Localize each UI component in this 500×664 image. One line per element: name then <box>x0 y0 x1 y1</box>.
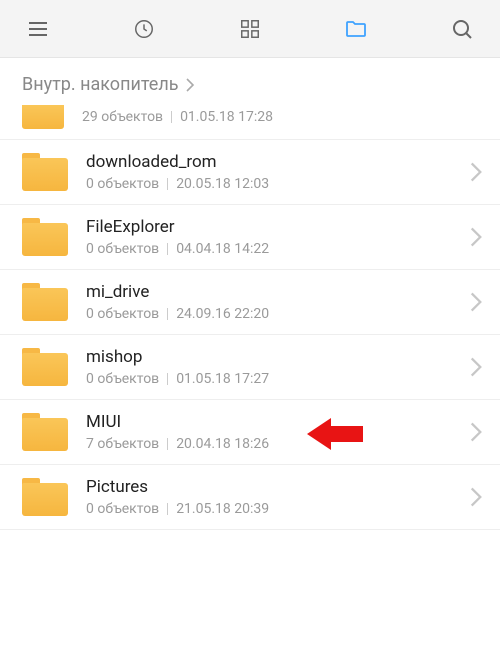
recent-icon[interactable] <box>130 15 158 43</box>
breadcrumb[interactable]: Внутр. накопитель <box>0 58 500 105</box>
folder-tab-icon[interactable] <box>342 15 370 43</box>
list-item[interactable]: mi_drive 0 объектов 24.09.16 22:20 <box>0 270 500 335</box>
grid-icon[interactable] <box>236 15 264 43</box>
item-count: 0 объектов <box>86 176 159 192</box>
separator <box>171 111 172 123</box>
item-count: 0 объектов <box>86 306 159 322</box>
item-meta: mishop 0 объектов 01.05.18 17:27 <box>68 347 470 387</box>
separator <box>167 178 168 190</box>
folder-icon <box>22 478 68 516</box>
item-name: mi_drive <box>86 282 470 302</box>
item-name: downloaded_rom <box>86 152 470 172</box>
folder-icon <box>22 413 68 451</box>
item-date: 01.05.18 17:28 <box>180 109 273 125</box>
item-meta: FileExplorer 0 объектов 04.04.18 14:22 <box>68 217 470 257</box>
separator <box>167 373 168 385</box>
item-count: 0 объектов <box>86 371 159 387</box>
item-date: 20.04.18 18:26 <box>176 436 269 452</box>
item-name: MIUI <box>86 412 470 432</box>
item-count: 29 объектов <box>82 109 163 125</box>
folder-icon <box>22 348 68 386</box>
breadcrumb-label: Внутр. накопитель <box>22 74 179 95</box>
item-name: Pictures <box>86 477 470 497</box>
arrow-annotation-icon <box>307 416 363 456</box>
item-count: 7 объектов <box>86 436 159 452</box>
list-item[interactable]: MIUI 7 объектов 20.04.18 18:26 <box>0 400 500 465</box>
chevron-right-icon <box>470 422 482 442</box>
chevron-right-icon <box>470 292 482 312</box>
item-meta: downloaded_rom 0 объектов 20.05.18 12:03 <box>68 152 470 192</box>
list-item[interactable]: 29 объектов 01.05.18 17:28 <box>0 105 500 140</box>
item-date: 04.04.18 14:22 <box>176 241 269 257</box>
item-count: 0 объектов <box>86 241 159 257</box>
item-meta: 29 объектов 01.05.18 17:28 <box>64 109 482 125</box>
separator <box>167 503 168 515</box>
item-name: mishop <box>86 347 470 367</box>
list-item[interactable]: downloaded_rom 0 объектов 20.05.18 12:03 <box>0 140 500 205</box>
chevron-right-icon <box>470 357 482 377</box>
list-item[interactable]: FileExplorer 0 объектов 04.04.18 14:22 <box>0 205 500 270</box>
folder-icon <box>22 153 68 191</box>
list-item[interactable]: mishop 0 объектов 01.05.18 17:27 <box>0 335 500 400</box>
folder-icon <box>22 218 68 256</box>
item-date: 01.05.18 17:27 <box>176 371 269 387</box>
chevron-right-icon <box>470 162 482 182</box>
search-icon[interactable] <box>448 15 476 43</box>
folder-icon <box>22 105 64 129</box>
item-date: 24.09.16 22:20 <box>176 306 269 322</box>
separator <box>167 243 168 255</box>
folder-list: 29 объектов 01.05.18 17:28 downloaded_ro… <box>0 105 500 530</box>
item-meta: mi_drive 0 объектов 24.09.16 22:20 <box>68 282 470 322</box>
item-name: FileExplorer <box>86 217 470 237</box>
item-meta: MIUI 7 объектов 20.04.18 18:26 <box>68 412 470 452</box>
item-meta: Pictures 0 объектов 21.05.18 20:39 <box>68 477 470 517</box>
item-date: 21.05.18 20:39 <box>176 501 269 517</box>
menu-icon[interactable] <box>24 15 52 43</box>
list-item[interactable]: Pictures 0 объектов 21.05.18 20:39 <box>0 465 500 530</box>
chevron-right-icon <box>185 78 195 92</box>
separator <box>167 308 168 320</box>
chevron-right-icon <box>470 227 482 247</box>
item-date: 20.05.18 12:03 <box>176 176 269 192</box>
separator <box>167 438 168 450</box>
chevron-right-icon <box>470 487 482 507</box>
toolbar <box>0 0 500 58</box>
item-count: 0 объектов <box>86 501 159 517</box>
folder-icon <box>22 283 68 321</box>
